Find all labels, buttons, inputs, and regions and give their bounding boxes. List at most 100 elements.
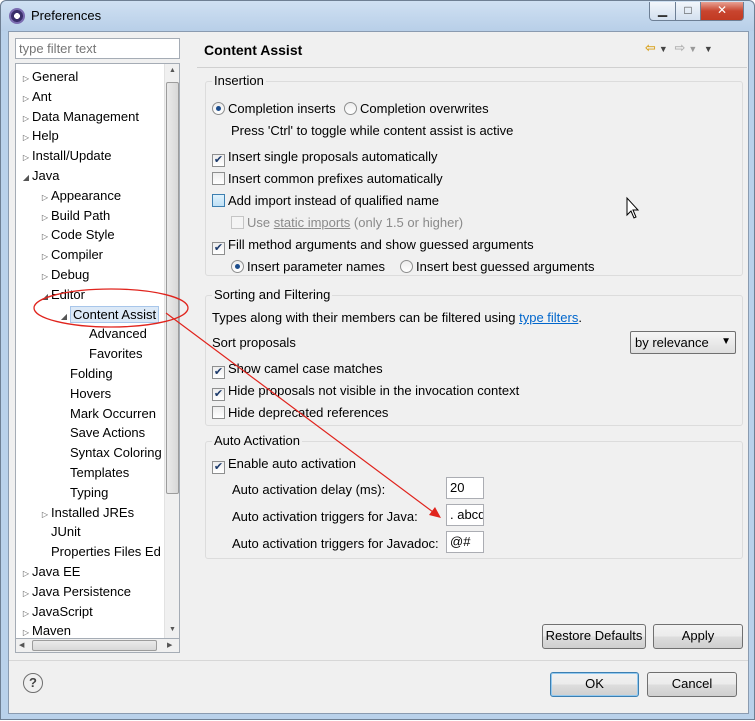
tree-item[interactable]: ◢ Editor <box>39 285 85 305</box>
tree-item[interactable]: Folding <box>58 364 113 384</box>
filter-input[interactable] <box>15 38 180 59</box>
insert-best-guessed-radio[interactable]: Insert best guessed arguments <box>400 258 595 276</box>
checkmark-icon[interactable]: ✔ <box>212 388 225 401</box>
fill-method-checkbox[interactable]: ✔ Fill method arguments and show guessed … <box>212 236 534 255</box>
static-imports-link[interactable]: static imports <box>274 215 351 230</box>
tree-hscroll-thumb[interactable] <box>32 640 157 651</box>
expand-arrow-icon[interactable]: ▷ <box>20 128 32 148</box>
expand-arrow-icon[interactable]: ▷ <box>39 227 51 247</box>
tree-item[interactable]: ▷ Install/Update <box>20 146 112 166</box>
back-arrow-icon[interactable]: ⇦ <box>645 40 656 55</box>
collapse-arrow-icon[interactable]: ◢ <box>20 168 32 188</box>
expand-arrow-icon[interactable]: ▷ <box>20 564 32 584</box>
java-triggers-field[interactable]: . abcd <box>446 504 484 526</box>
expand-arrow-icon[interactable]: ▷ <box>39 247 51 267</box>
checkbox-icon[interactable] <box>212 194 225 207</box>
tree-item[interactable]: ◢ Java <box>20 166 60 188</box>
delay-field[interactable]: 20 <box>446 477 484 499</box>
expand-arrow-icon[interactable]: ▷ <box>39 188 51 208</box>
checkmark-icon[interactable]: ✔ <box>212 461 225 474</box>
expand-arrow-icon[interactable]: ▷ <box>20 148 32 168</box>
expand-arrow-icon[interactable]: ▷ <box>39 505 51 525</box>
checkbox-icon[interactable] <box>212 406 225 419</box>
tree-item[interactable]: ▷ Maven <box>20 621 71 638</box>
apply-button[interactable]: Apply <box>653 624 743 649</box>
tree-item[interactable]: Advanced <box>77 324 147 344</box>
expand-arrow-icon[interactable]: ▷ <box>20 89 32 109</box>
ok-button[interactable]: OK <box>550 672 639 697</box>
tree-item[interactable]: ▷ Data Management <box>20 107 139 127</box>
tree-item[interactable]: ▷ Installed JREs <box>39 503 134 523</box>
tree-horizontal-scrollbar[interactable]: ◀ ▶ <box>15 638 180 653</box>
tree-item[interactable]: Save Actions <box>58 423 145 443</box>
tree-item[interactable]: Typing <box>58 483 108 503</box>
insert-param-names-radio[interactable]: Insert parameter names <box>231 258 385 276</box>
javadoc-triggers-field[interactable]: @# <box>446 531 484 553</box>
tree-item[interactable]: Hovers <box>58 384 111 404</box>
view-menu-icon[interactable]: ▼ <box>704 44 713 54</box>
checkmark-icon[interactable]: ✔ <box>212 366 225 379</box>
enable-auto-checkbox[interactable]: ✔ Enable auto activation <box>212 455 356 474</box>
use-static-imports-checkbox[interactable]: Use static imports (only 1.5 or higher) <box>231 214 463 232</box>
insert-common-checkbox[interactable]: Insert common prefixes automatically <box>212 170 443 188</box>
collapse-arrow-icon[interactable]: ◢ <box>58 307 70 327</box>
checkmark-icon[interactable]: ✔ <box>212 154 225 167</box>
tree-item[interactable]: ▷ Debug <box>39 265 89 285</box>
back-menu-icon[interactable]: ▼ <box>659 44 668 54</box>
checkbox-icon[interactable] <box>231 216 244 229</box>
expand-arrow-icon[interactable]: ▷ <box>20 109 32 129</box>
tree-item[interactable]: ▷ Compiler <box>39 245 103 265</box>
tree-vertical-scrollbar[interactable]: ▲ ▼ <box>164 64 179 638</box>
tree-item[interactable]: JUnit <box>39 522 81 542</box>
add-import-checkbox[interactable]: Add import instead of qualified name <box>212 192 439 210</box>
hide-deprecated-checkbox[interactable]: Hide deprecated references <box>212 404 388 422</box>
restore-defaults-button[interactable]: Restore Defaults <box>542 624 646 649</box>
forward-menu-icon[interactable]: ▼ <box>688 44 697 54</box>
close-button[interactable]: ✕ <box>700 2 744 21</box>
tree-item[interactable]: Syntax Coloring <box>58 443 162 463</box>
tree-item[interactable]: Favorites <box>77 344 142 364</box>
expand-arrow-icon[interactable]: ▷ <box>20 584 32 604</box>
maximize-button[interactable]: □ <box>675 2 701 21</box>
scroll-up-icon[interactable]: ▲ <box>169 67 176 74</box>
tree-item[interactable]: ▷ Java Persistence <box>20 582 131 602</box>
tree-item[interactable]: ▷ Java EE <box>20 562 81 584</box>
scroll-right-icon[interactable]: ▶ <box>167 641 172 649</box>
tree-item[interactable]: Templates <box>58 463 129 483</box>
collapse-arrow-icon[interactable]: ◢ <box>39 287 51 307</box>
tree-item[interactable]: ▷ Build Path <box>39 206 110 226</box>
forward-arrow-icon[interactable]: ⇨ <box>674 40 685 55</box>
tree-item[interactable]: Properties Files Ed <box>39 542 161 562</box>
sort-proposals-select[interactable]: by relevance ▼ <box>630 331 736 354</box>
scroll-left-icon[interactable]: ◀ <box>19 641 24 649</box>
expand-arrow-icon[interactable]: ▷ <box>20 623 32 638</box>
radio-icon[interactable] <box>400 260 413 273</box>
completion-overwrites-radio[interactable]: Completion overwrites <box>344 100 489 118</box>
tree-item[interactable]: ▷ Help <box>20 126 59 146</box>
expand-arrow-icon[interactable]: ▷ <box>39 267 51 287</box>
show-camel-checkbox[interactable]: ✔ Show camel case matches <box>212 360 383 379</box>
tree-item[interactable]: ▷ Code Style <box>39 225 115 245</box>
tree-item[interactable]: ▷ Ant <box>20 87 52 107</box>
hide-not-visible-checkbox[interactable]: ✔ Hide proposals not visible in the invoc… <box>212 382 519 401</box>
tree-scroll-thumb[interactable] <box>166 82 179 494</box>
help-icon[interactable]: ? <box>23 673 43 693</box>
tree-item[interactable]: ▷ Appearance <box>39 186 121 206</box>
radio-selected-icon[interactable] <box>212 102 225 115</box>
tree-item[interactable]: ◢ Content Assist <box>58 305 160 327</box>
checkmark-icon[interactable]: ✔ <box>212 242 225 255</box>
minimize-button[interactable]: ▁ <box>649 2 676 21</box>
type-filters-link[interactable]: type filters <box>519 310 578 325</box>
radio-selected-icon[interactable] <box>231 260 244 273</box>
scroll-down-icon[interactable]: ▼ <box>169 626 176 633</box>
completion-inserts-radio[interactable]: Completion inserts <box>212 100 336 118</box>
tree-item[interactable]: Mark Occurren <box>58 404 156 424</box>
preference-tree[interactable]: ▷ Maven ▷ JavaScript ▷ Java Persistence ▷ Java … <box>15 63 180 639</box>
checkbox-icon[interactable] <box>212 172 225 185</box>
cancel-button[interactable]: Cancel <box>647 672 737 697</box>
expand-arrow-icon[interactable]: ▷ <box>39 208 51 228</box>
insert-single-checkbox[interactable]: ✔ Insert single proposals automatically <box>212 148 438 167</box>
radio-icon[interactable] <box>344 102 357 115</box>
expand-arrow-icon[interactable]: ▷ <box>20 604 32 624</box>
expand-arrow-icon[interactable]: ▷ <box>20 69 32 89</box>
